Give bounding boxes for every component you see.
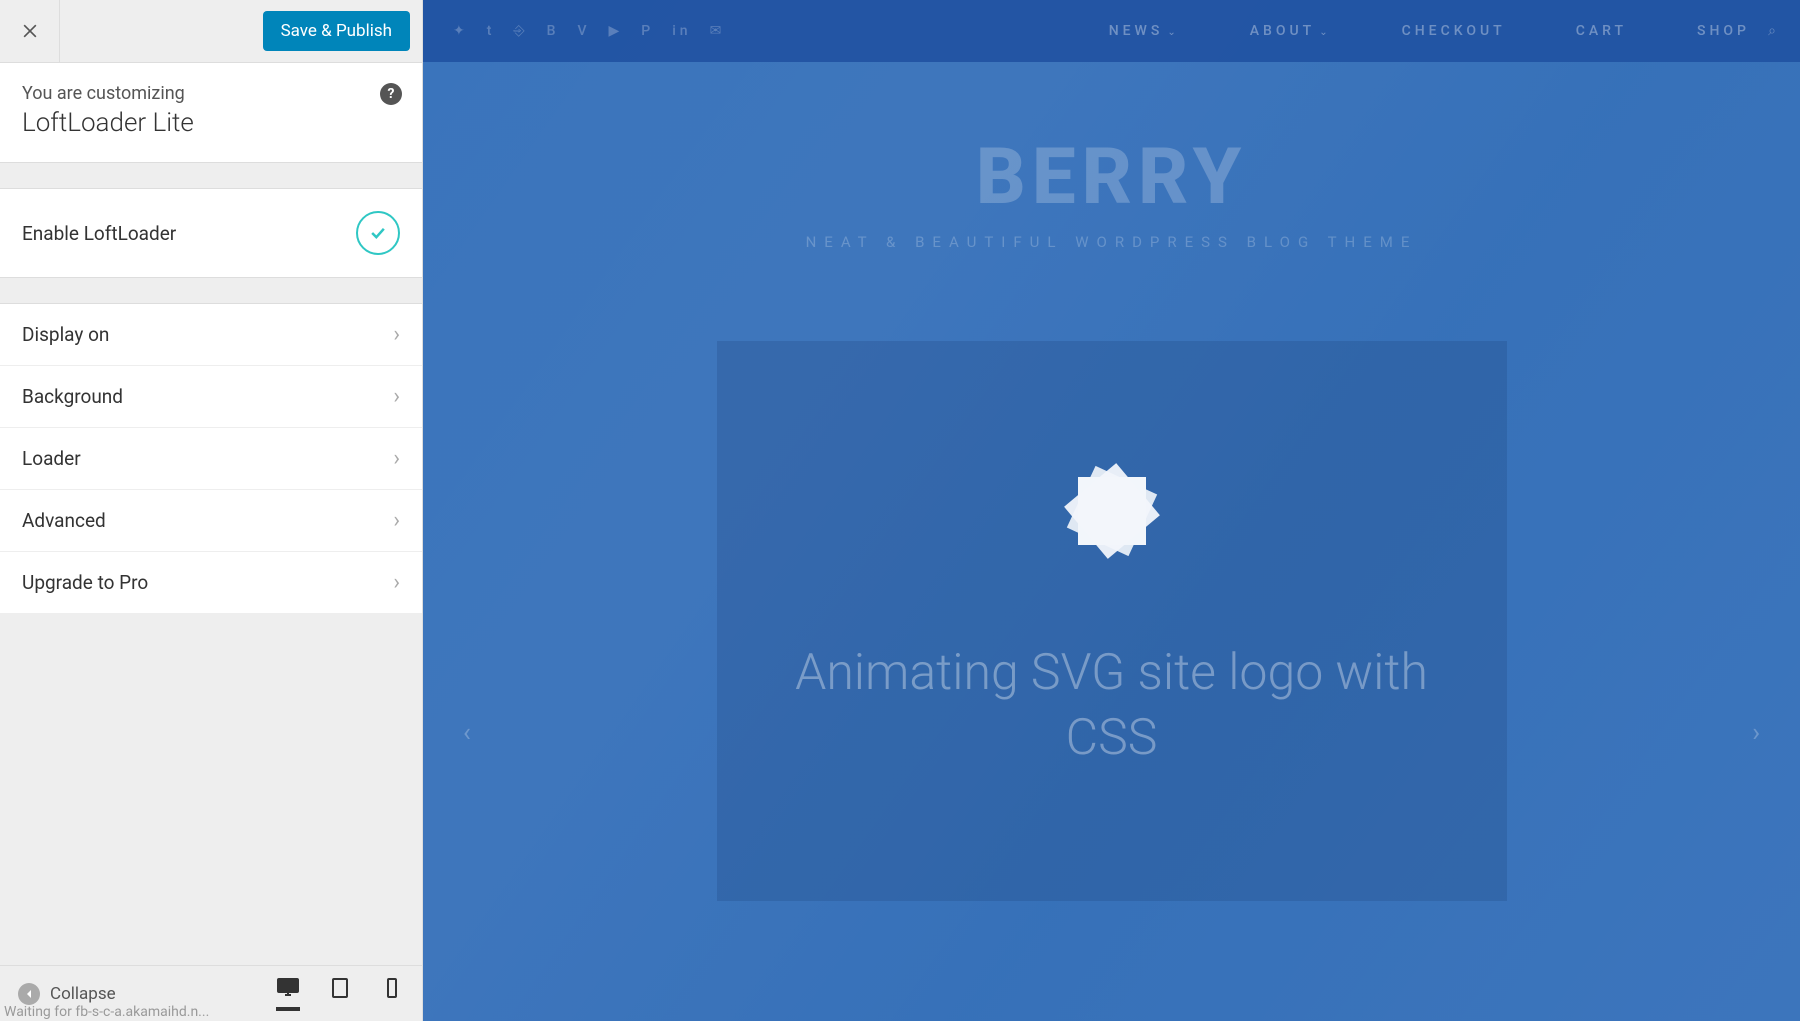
device-tablet-button[interactable] <box>328 977 352 1011</box>
customizing-subtext: You are customizing <box>22 83 400 104</box>
collapse-sidebar-button[interactable]: Collapse <box>18 983 116 1005</box>
check-icon <box>368 223 388 243</box>
customizer-info: You are customizing LoftLoader Lite ? <box>0 63 422 163</box>
search-icon[interactable]: ⌕ <box>1768 23 1780 39</box>
nav-display-on[interactable]: Display on › <box>0 304 422 366</box>
nav-shop[interactable]: SHOP <box>1697 23 1750 39</box>
nav-item-label: Loader <box>22 447 81 470</box>
social-icons-row: ✦ t ⎆ B V ▶ P in ✉ <box>453 23 725 39</box>
social-icon[interactable]: ⎆ <box>513 23 528 39</box>
social-icon[interactable]: in <box>672 23 691 39</box>
nav-background[interactable]: Background › <box>0 366 422 428</box>
desktop-icon <box>276 977 300 999</box>
enable-loftloader-toggle[interactable] <box>356 211 400 255</box>
slider-prev-button[interactable]: ‹ <box>463 718 471 748</box>
nav-news[interactable]: NEWS⌄ <box>1109 23 1180 39</box>
loading-status-text: Waiting for fb-s-c-a.akamaihd.n... <box>4 1004 209 1020</box>
site-topnav: ✦ t ⎆ B V ▶ P in ✉ NEWS⌄ ABOUT⌄ CHECKOUT… <box>423 0 1800 62</box>
social-icon[interactable]: ▶ <box>609 23 624 39</box>
chevron-right-icon: › <box>393 446 400 471</box>
device-preview-group <box>276 977 404 1011</box>
chevron-right-icon: › <box>393 322 400 347</box>
chevron-right-icon: › <box>393 384 400 409</box>
social-icon[interactable]: t <box>487 23 496 39</box>
feature-title: Animating SVG site logo with CSS <box>717 641 1507 771</box>
device-desktop-button[interactable] <box>276 977 300 1011</box>
customizer-topbar: Save & Publish <box>0 0 422 63</box>
chevron-down-icon: ⌄ <box>1319 27 1331 38</box>
tablet-icon <box>328 977 352 999</box>
device-mobile-button[interactable] <box>380 977 404 1011</box>
enable-loftloader-label: Enable LoftLoader <box>22 222 176 245</box>
close-button[interactable] <box>0 0 60 63</box>
chevron-right-icon: › <box>393 570 400 595</box>
save-publish-button[interactable]: Save & Publish <box>263 11 410 51</box>
customizing-title: LoftLoader Lite <box>22 108 400 138</box>
enable-loftloader-row: Enable LoftLoader <box>0 188 422 278</box>
help-icon[interactable]: ? <box>380 83 402 105</box>
customizer-nav: Display on › Background › Loader › Advan… <box>0 303 422 614</box>
social-icon[interactable]: ✦ <box>453 23 469 39</box>
nav-loader[interactable]: Loader › <box>0 428 422 490</box>
chevron-right-icon: › <box>393 508 400 533</box>
mobile-icon <box>380 977 404 999</box>
nav-item-label: Upgrade to Pro <box>22 571 148 594</box>
nav-cart[interactable]: CART <box>1576 23 1627 39</box>
social-icon[interactable]: P <box>641 23 654 39</box>
collapse-icon <box>18 983 40 1005</box>
customizer-sidebar: Save & Publish You are customizing LoftL… <box>0 0 423 1021</box>
collapse-label: Collapse <box>50 984 116 1004</box>
hero: BERRY NEAT & BEAUTIFUL WORDPRESS BLOG TH… <box>423 62 1800 251</box>
social-icon[interactable]: V <box>577 23 590 39</box>
social-icon[interactable]: B <box>547 23 560 39</box>
customizer-footer: Collapse Waiting for fb-s-c-a.akamaihd.n… <box>0 965 422 1021</box>
social-icon[interactable]: ✉ <box>710 23 726 39</box>
nav-item-label: Background <box>22 385 123 408</box>
site-title: BERRY <box>423 132 1800 223</box>
nav-about[interactable]: ABOUT⌄ <box>1250 23 1332 39</box>
site-tagline: NEAT & BEAUTIFUL WORDPRESS BLOG THEME <box>423 233 1800 251</box>
slider-next-button[interactable]: › <box>1752 718 1760 748</box>
section-divider <box>0 163 422 188</box>
nav-checkout[interactable]: CHECKOUT <box>1402 23 1506 39</box>
close-icon <box>20 21 40 41</box>
section-divider <box>0 278 422 303</box>
feature-slide: Animating SVG site logo with CSS <box>717 341 1507 901</box>
chevron-down-icon: ⌄ <box>1167 27 1179 38</box>
nav-upgrade-pro[interactable]: Upgrade to Pro › <box>0 552 422 614</box>
nav-item-label: Advanced <box>22 509 106 532</box>
nav-item-label: Display on <box>22 323 109 346</box>
site-preview: ✦ t ⎆ B V ▶ P in ✉ NEWS⌄ ABOUT⌄ CHECKOUT… <box>423 0 1800 1021</box>
nav-advanced[interactable]: Advanced › <box>0 490 422 552</box>
